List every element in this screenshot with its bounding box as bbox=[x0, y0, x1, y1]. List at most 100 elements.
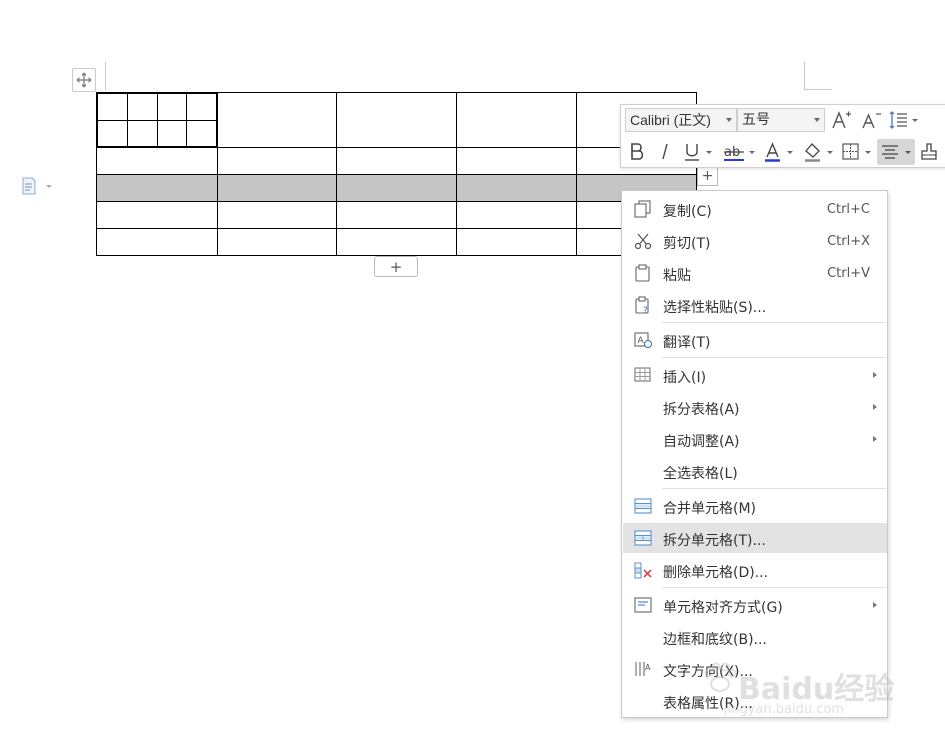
table-cell[interactable] bbox=[336, 174, 457, 202]
underline-button[interactable] bbox=[681, 139, 717, 165]
menu-item-insert[interactable]: 插入(I) bbox=[623, 360, 887, 390]
underline-icon bbox=[685, 144, 712, 161]
menu-item-borders-shading[interactable]: 边框和底纹(B)... bbox=[623, 622, 887, 652]
add-column-label: + bbox=[701, 167, 714, 184]
translate-icon: A bbox=[634, 332, 652, 348]
table-cell[interactable] bbox=[456, 92, 577, 148]
nested-cell[interactable] bbox=[97, 93, 128, 121]
table-cell[interactable] bbox=[336, 228, 457, 256]
menu-item-paste-special[interactable]: ? 选择性粘贴(S)... bbox=[623, 290, 887, 320]
menu-item-label: 粘贴 bbox=[663, 268, 691, 284]
table-cell[interactable] bbox=[456, 147, 577, 175]
menu-item-label: 文字方向(X)... bbox=[663, 664, 753, 680]
selected-table-row[interactable] bbox=[96, 174, 697, 202]
menu-item-label: 自动调整(A) bbox=[663, 434, 740, 450]
table-cell[interactable] bbox=[96, 228, 218, 256]
chevron-down-icon bbox=[726, 118, 732, 122]
align-center-button[interactable] bbox=[877, 139, 915, 165]
submenu-arrow-icon bbox=[873, 602, 877, 608]
clipboard-icon bbox=[635, 264, 650, 282]
table-move-handle[interactable] bbox=[72, 68, 96, 92]
menu-item-translate[interactable]: A 翻译(T) bbox=[623, 325, 887, 355]
menu-item-label: 表格属性(R)... bbox=[663, 696, 754, 712]
paste-special-icon: ? bbox=[635, 296, 649, 314]
nested-cell[interactable] bbox=[97, 119, 128, 147]
table-cell[interactable] bbox=[336, 147, 457, 175]
nested-cell[interactable] bbox=[156, 93, 188, 121]
menu-item-paste[interactable]: 粘贴 Ctrl+V bbox=[623, 258, 887, 288]
menu-item-select-table[interactable]: 全选表格(L) bbox=[623, 456, 887, 486]
font-color-button[interactable] bbox=[761, 139, 797, 165]
table-cell[interactable] bbox=[336, 201, 457, 229]
menu-item-label: 选择性粘贴(S)... bbox=[663, 300, 767, 316]
menu-item-split-table[interactable]: 拆分表格(A) bbox=[623, 392, 887, 422]
menu-item-cut[interactable]: 剪切(T) Ctrl+X bbox=[623, 226, 887, 256]
paragraph-layout-button[interactable] bbox=[20, 176, 56, 196]
font-name-dropdown[interactable]: Calibri (正文) bbox=[625, 108, 737, 132]
text-direction-icon: A bbox=[635, 662, 651, 676]
table-cell[interactable] bbox=[456, 174, 577, 202]
strikethrough-icon: ab bbox=[724, 145, 755, 161]
menu-item-label: 复制(C) bbox=[663, 204, 712, 220]
context-menu: 复制(C) Ctrl+C 剪切(T) Ctrl+X 粘贴 Ctrl+V ? 选择… bbox=[621, 190, 888, 718]
table-cell[interactable] bbox=[456, 228, 577, 256]
bold-icon bbox=[631, 143, 644, 160]
borders-button[interactable] bbox=[839, 139, 875, 165]
format-painter-icon bbox=[921, 143, 937, 160]
menu-item-shortcut: Ctrl+C bbox=[826, 202, 870, 217]
table-insert-icon bbox=[634, 367, 651, 382]
add-column-button[interactable]: + bbox=[697, 165, 718, 186]
shrink-font-icon bbox=[862, 113, 881, 129]
page-margin-marker-right bbox=[804, 62, 832, 90]
italic-button[interactable] bbox=[653, 139, 677, 165]
shrink-font-button[interactable] bbox=[859, 108, 883, 132]
menu-item-copy[interactable]: 复制(C) Ctrl+C bbox=[623, 194, 887, 224]
table-cell[interactable] bbox=[217, 147, 337, 175]
nested-table-cell[interactable] bbox=[96, 92, 218, 148]
menu-item-label: 拆分表格(A) bbox=[663, 402, 740, 418]
menu-item-label: 单元格对齐方式(G) bbox=[663, 600, 783, 616]
line-spacing-icon bbox=[889, 111, 918, 129]
add-row-button[interactable]: + bbox=[374, 256, 418, 277]
highlight-icon bbox=[805, 143, 833, 162]
table-cell[interactable] bbox=[217, 174, 337, 202]
highlight-button[interactable] bbox=[801, 139, 837, 165]
table-cell[interactable] bbox=[217, 228, 337, 256]
strikethrough-button[interactable]: ab bbox=[721, 139, 759, 165]
delete-cells-icon bbox=[634, 562, 652, 579]
table-cell[interactable] bbox=[217, 92, 337, 148]
table-cell[interactable] bbox=[336, 92, 457, 148]
format-painter-button[interactable] bbox=[917, 139, 941, 165]
menu-item-split-cells[interactable]: 拆分单元格(T)... bbox=[623, 523, 887, 553]
nested-cell[interactable] bbox=[126, 93, 158, 121]
nested-cell[interactable] bbox=[186, 93, 217, 121]
submenu-arrow-icon bbox=[873, 372, 877, 378]
menu-item-table-properties[interactable]: 表格属性(R)... bbox=[623, 686, 887, 716]
menu-item-autofit[interactable]: 自动调整(A) bbox=[623, 424, 887, 454]
document-icon bbox=[22, 177, 52, 195]
floating-format-toolbar: Calibri (正文) 五号 ab bbox=[620, 104, 945, 168]
menu-item-merge-cells[interactable]: 合并单元格(M) bbox=[623, 491, 887, 521]
copy-icon bbox=[634, 200, 651, 218]
font-color-icon bbox=[765, 142, 793, 162]
line-spacing-button[interactable] bbox=[887, 108, 921, 132]
table-cell[interactable] bbox=[96, 174, 218, 202]
nested-cell[interactable] bbox=[126, 119, 158, 147]
table-cell[interactable] bbox=[96, 147, 218, 175]
merge-cells-icon bbox=[634, 498, 652, 514]
menu-item-text-direction[interactable]: A 文字方向(X)... bbox=[623, 654, 887, 684]
menu-item-label: 翻译(T) bbox=[663, 335, 711, 351]
nested-cell[interactable] bbox=[186, 119, 217, 147]
document-table[interactable] bbox=[96, 92, 697, 256]
submenu-arrow-icon bbox=[873, 436, 877, 442]
table-cell[interactable] bbox=[217, 201, 337, 229]
nested-cell[interactable] bbox=[156, 119, 188, 147]
svg-text:A: A bbox=[645, 663, 651, 672]
table-cell[interactable] bbox=[456, 201, 577, 229]
table-cell[interactable] bbox=[96, 201, 218, 229]
grow-font-button[interactable] bbox=[829, 108, 853, 132]
font-size-dropdown[interactable]: 五号 bbox=[737, 108, 825, 132]
menu-item-delete-cells[interactable]: 删除单元格(D)... bbox=[623, 555, 887, 585]
bold-button[interactable] bbox=[625, 139, 649, 165]
menu-item-cell-alignment[interactable]: 单元格对齐方式(G) bbox=[623, 590, 887, 620]
